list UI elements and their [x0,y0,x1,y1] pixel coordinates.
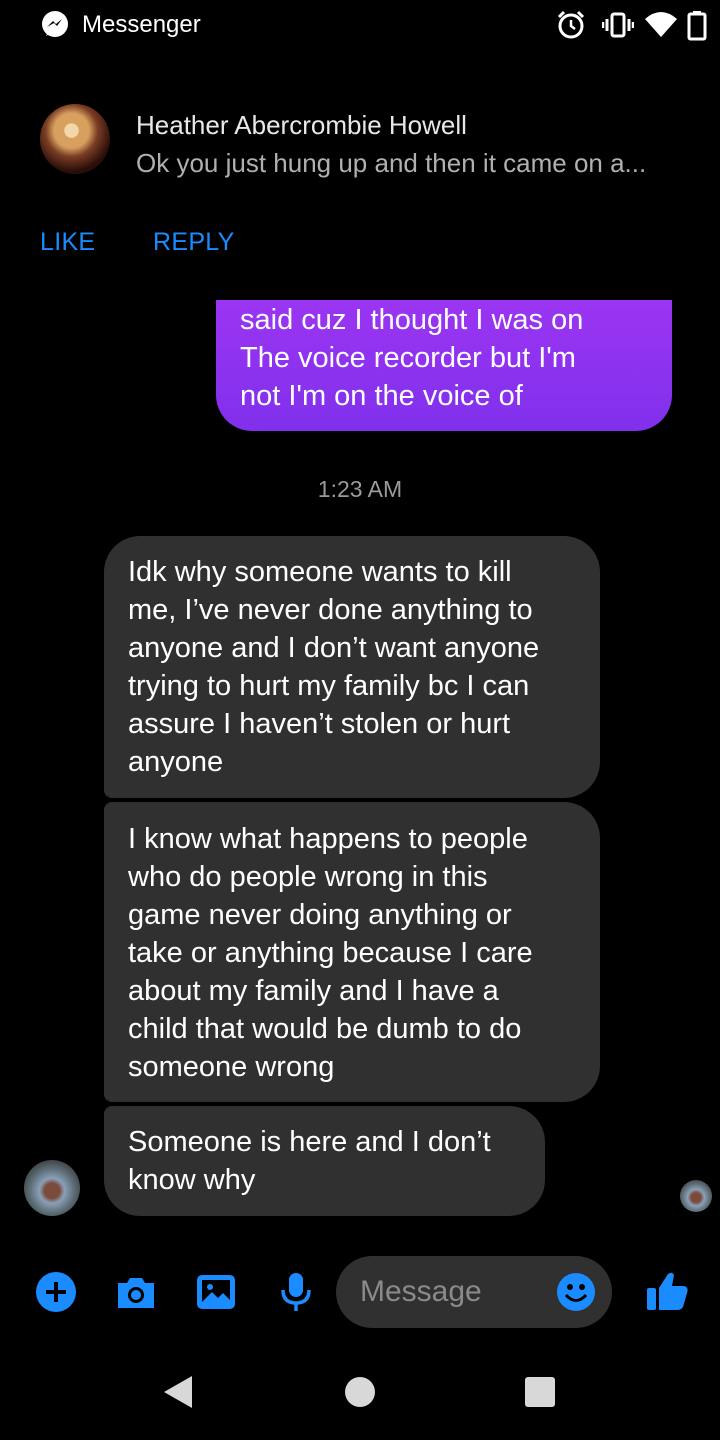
notification-preview: Ok you just hung up and then it came on … [136,148,647,178]
like-button[interactable]: LIKE [40,226,95,258]
add-icon[interactable] [34,1270,78,1314]
sent-message-bubble[interactable]: said cuz I thought I was on The voice re… [216,300,672,431]
read-receipt-avatar [680,1180,712,1212]
contact-avatar[interactable] [24,1160,80,1216]
camera-icon[interactable] [114,1270,158,1314]
received-message-bubble[interactable]: Someone is here and I don’t know why [104,1106,545,1216]
sent-message-text: said cuz I thought I was on The voice re… [240,304,584,412]
gallery-icon[interactable] [194,1270,238,1314]
back-icon[interactable] [160,1372,200,1412]
received-message-text: I know what happens to people who do peo… [128,823,533,1083]
received-message-text: Idk why someone wants to kill me, I’ve n… [128,556,540,778]
reply-button[interactable]: REPLY [153,226,235,258]
received-message-bubble[interactable]: Idk why someone wants to kill me, I’ve n… [104,536,600,798]
recents-icon[interactable] [520,1372,560,1412]
messenger-icon [42,11,68,37]
thumbs-up-icon[interactable] [644,1268,690,1314]
sender-avatar[interactable] [40,104,110,174]
status-bar: Messenger [0,0,720,50]
battery-icon [687,11,707,41]
mic-icon[interactable] [274,1270,318,1314]
received-message-text: Someone is here and I don’t know why [128,1126,491,1196]
notification-sender: Heather Abercrombie Howell [136,110,467,140]
vibrate-icon [602,12,634,38]
received-message-bubble[interactable]: I know what happens to people who do peo… [104,802,600,1102]
message-timestamp: 1:23 AM [317,476,403,502]
home-icon[interactable] [340,1372,380,1412]
message-field[interactable] [336,1256,612,1328]
emoji-icon[interactable] [556,1272,596,1312]
alarm-icon [557,10,585,39]
wifi-icon [645,12,677,37]
app-name: Messenger [82,11,201,38]
message-input[interactable] [360,1256,540,1328]
